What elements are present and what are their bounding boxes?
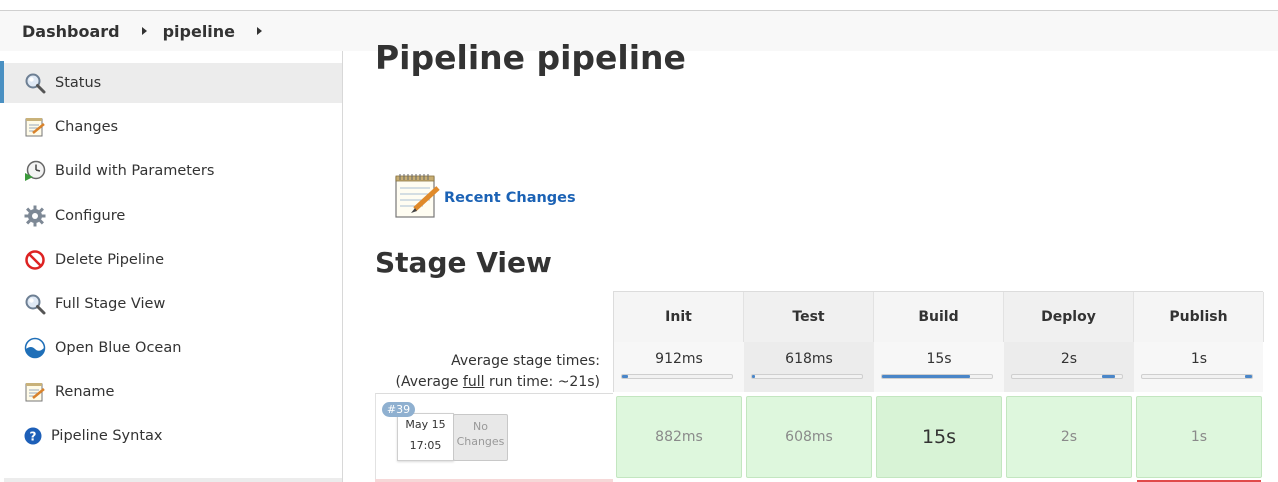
help-icon: ?: [24, 425, 42, 447]
sidebar-item-label: Open Blue Ocean: [55, 340, 182, 356]
stage-cell-build[interactable]: 15s: [876, 396, 1002, 478]
sidebar-item-label: Rename: [55, 384, 115, 400]
sidebar-item-full-stage-view[interactable]: Full Stage View: [4, 284, 342, 324]
average-cell: 15s: [874, 342, 1004, 392]
stage-cell-test[interactable]: 608ms: [746, 396, 872, 478]
average-cell: 1s: [1134, 342, 1264, 392]
sidebar-item-open-blue-ocean[interactable]: Open Blue Ocean: [4, 328, 342, 368]
blue-ocean-icon: [24, 337, 46, 359]
notepad-icon[interactable]: [393, 173, 441, 219]
sidebar-item-label: Full Stage View: [55, 296, 166, 312]
svg-text:?: ?: [30, 430, 37, 444]
sidebar-item-label: Pipeline Syntax: [51, 428, 163, 444]
stage-view-title: Stage View: [375, 246, 552, 279]
breadcrumb-chevron-icon[interactable]: [141, 27, 147, 35]
clock-play-icon: [24, 160, 46, 182]
sidebar-item-delete-pipeline[interactable]: Delete Pipeline: [4, 240, 342, 280]
breadcrumb-chevron-icon[interactable]: [257, 27, 263, 35]
average-progress-bar: [751, 374, 863, 379]
average-progress-bar: [1141, 374, 1253, 379]
notepad-icon: [24, 381, 46, 403]
run-date[interactable]: May 15 17:05: [397, 413, 454, 461]
magnifier-icon: [24, 72, 46, 94]
stage-header-init: Init: [614, 292, 744, 342]
stage-cell-deploy[interactable]: 2s: [1006, 396, 1132, 478]
notepad-icon: [24, 116, 46, 138]
sidebar-item-label: Build with Parameters: [55, 163, 215, 179]
stage-header-build: Build: [874, 292, 1004, 342]
sidebar-item-configure[interactable]: Configure: [4, 196, 342, 236]
average-cell: 2s: [1004, 342, 1134, 392]
sidebar-item-status[interactable]: Status: [4, 63, 342, 103]
sidebar-footer-strip: [4, 478, 342, 482]
stage-header-deploy: Deploy: [1004, 292, 1134, 342]
average-progress-bar: [881, 374, 993, 379]
magnifier-icon: [24, 293, 46, 315]
average-cell: 618ms: [744, 342, 874, 392]
breadcrumb-dashboard[interactable]: Dashboard: [22, 22, 120, 41]
sidebar-item-changes[interactable]: Changes: [4, 107, 342, 147]
average-full-link[interactable]: full: [463, 374, 485, 390]
no-entry-icon: [24, 249, 46, 271]
sidebar-item-label: Delete Pipeline: [55, 252, 164, 268]
average-progress-bar: [621, 374, 733, 379]
sidebar-item-label: Changes: [55, 119, 119, 135]
sidebar-item-label: Configure: [55, 208, 126, 224]
breadcrumb-pipeline[interactable]: pipeline: [163, 22, 235, 41]
run-changes-box[interactable]: No Changes: [453, 414, 508, 461]
stage-cell-publish[interactable]: 1s: [1136, 396, 1262, 478]
stage-header-publish: Publish: [1134, 292, 1264, 342]
stage-header-test: Test: [744, 292, 874, 342]
sidebar-item-rename[interactable]: Rename: [4, 372, 342, 412]
sidebar-item-label: Status: [55, 75, 102, 91]
sidebar-item-build-with-parameters[interactable]: Build with Parameters: [4, 151, 342, 191]
sidebar-item-pipeline-syntax[interactable]: ? Pipeline Syntax: [4, 416, 342, 456]
recent-changes-link[interactable]: Recent Changes: [444, 190, 576, 206]
page-title: Pipeline pipeline: [375, 38, 686, 77]
run-number-badge[interactable]: #39: [382, 402, 415, 417]
gear-icon: [24, 205, 46, 227]
stage-cell-init[interactable]: 882ms: [616, 396, 742, 478]
sidebar: Status Changes Build with Parameters Con…: [0, 51, 343, 482]
average-stage-times-label: Average stage times: (Average full run t…: [395, 353, 601, 390]
average-progress-bar: [1011, 374, 1123, 379]
average-cell: 912ms: [614, 342, 744, 392]
